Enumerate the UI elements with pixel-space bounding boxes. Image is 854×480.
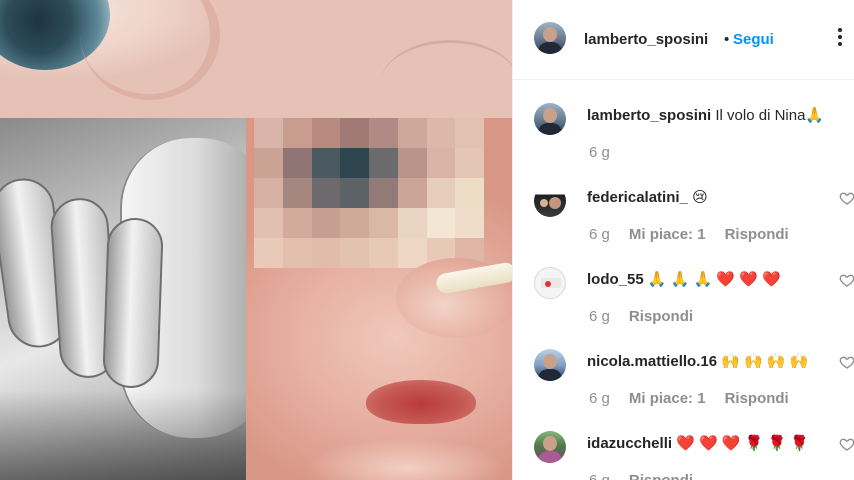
separator-dot: • <box>724 31 730 48</box>
post-header: lamberto_sposini • Segui <box>513 0 854 80</box>
photo-hands-panel <box>0 118 246 480</box>
heart-icon[interactable] <box>839 436 854 452</box>
comment-item: idazucchelli ❤️ ❤️ ❤️ 🌹 🌹 🌹 6 g Rispondi <box>513 409 854 480</box>
comment-time[interactable]: 6 g <box>589 144 610 161</box>
baby-finger <box>102 217 164 389</box>
pixelated-eyes <box>254 118 484 268</box>
baby-lips <box>366 380 476 424</box>
avatar[interactable] <box>534 103 566 135</box>
comment-body: ❤️ ❤️ ❤️ 🌹 🌹 🌹 <box>676 435 810 452</box>
comment-username[interactable]: lodo_55 <box>587 271 644 288</box>
comment-time[interactable]: 6 g <box>589 226 610 243</box>
avatar[interactable] <box>534 185 566 217</box>
comment-meta: 6 g Rispondi <box>589 308 693 325</box>
reply-button[interactable]: Rispondi <box>629 308 693 325</box>
likes-count[interactable]: Mi piace: 1 <box>629 390 706 407</box>
post-media[interactable] <box>0 0 512 480</box>
comment-body: 🙌 🙌 🙌 🙌 <box>721 353 809 370</box>
comment-text: nicola.mattiello.16 🙌 🙌 🙌 🙌 <box>587 352 808 370</box>
comment-text: federicalatini_ 😢 <box>587 188 708 206</box>
comment-meta: 6 g Mi piace: 1 Rispondi <box>589 226 789 243</box>
shadow <box>0 390 246 480</box>
author-username[interactable]: lamberto_sposini <box>584 31 708 48</box>
comment-body: 🙏 🙏 🙏 ❤️ ❤️ ❤️ <box>647 271 781 288</box>
avatar[interactable] <box>534 267 566 299</box>
comment-item: nicola.mattiello.16 🙌 🙌 🙌 🙌 6 g Mi piace… <box>513 327 854 409</box>
comment-text: idazucchelli ❤️ ❤️ ❤️ 🌹 🌹 🌹 <box>587 434 809 452</box>
comment-item: lodo_55 🙏 🙏 🙏 ❤️ ❤️ ❤️ 6 g Rispondi <box>513 245 854 327</box>
comment-username[interactable]: nicola.mattiello.16 <box>587 353 717 370</box>
avatar[interactable] <box>534 431 566 463</box>
comment-time[interactable]: 6 g <box>589 390 610 407</box>
avatar[interactable] <box>534 22 566 54</box>
follow-button[interactable]: Segui <box>733 31 774 48</box>
comment-body: Il volo di Nina🙏 <box>715 107 825 124</box>
comment-meta: 6 g <box>589 144 610 161</box>
post-sidebar: lamberto_sposini • Segui lamberto_sposin… <box>512 0 854 480</box>
comment-text: lamberto_sposini Il volo di Nina🙏 <box>587 106 824 124</box>
photo-eye-panel <box>0 0 512 118</box>
caption: lamberto_sposini Il volo di Nina🙏 6 g <box>513 81 854 163</box>
comment-username[interactable]: lamberto_sposini <box>587 107 711 124</box>
comment-meta: 6 g Mi piace: 1 Rispondi <box>589 390 789 407</box>
comment-meta: 6 g Rispondi <box>589 472 693 480</box>
comment-time[interactable]: 6 g <box>589 472 610 480</box>
avatar[interactable] <box>534 349 566 381</box>
comment-username[interactable]: federicalatini_ <box>587 189 688 206</box>
eyelid <box>80 0 220 100</box>
comment-time[interactable]: 6 g <box>589 308 610 325</box>
likes-count[interactable]: Mi piace: 1 <box>629 226 706 243</box>
photo-face-panel <box>246 118 512 480</box>
eye-crease <box>380 40 512 118</box>
comment-item: federicalatini_ 😢 6 g Mi piace: 1 Rispon… <box>513 163 854 245</box>
comment-body: 😢 <box>692 189 708 206</box>
more-options-icon[interactable] <box>838 22 844 52</box>
reply-button[interactable]: Rispondi <box>629 472 693 480</box>
baby-chin <box>306 438 506 480</box>
reply-button[interactable]: Rispondi <box>725 226 789 243</box>
comment-text: lodo_55 🙏 🙏 🙏 ❤️ ❤️ ❤️ <box>587 270 781 288</box>
comment-username[interactable]: idazucchelli <box>587 435 672 452</box>
heart-icon[interactable] <box>839 354 854 370</box>
heart-icon[interactable] <box>839 190 854 206</box>
reply-button[interactable]: Rispondi <box>725 390 789 407</box>
heart-icon[interactable] <box>839 272 854 288</box>
